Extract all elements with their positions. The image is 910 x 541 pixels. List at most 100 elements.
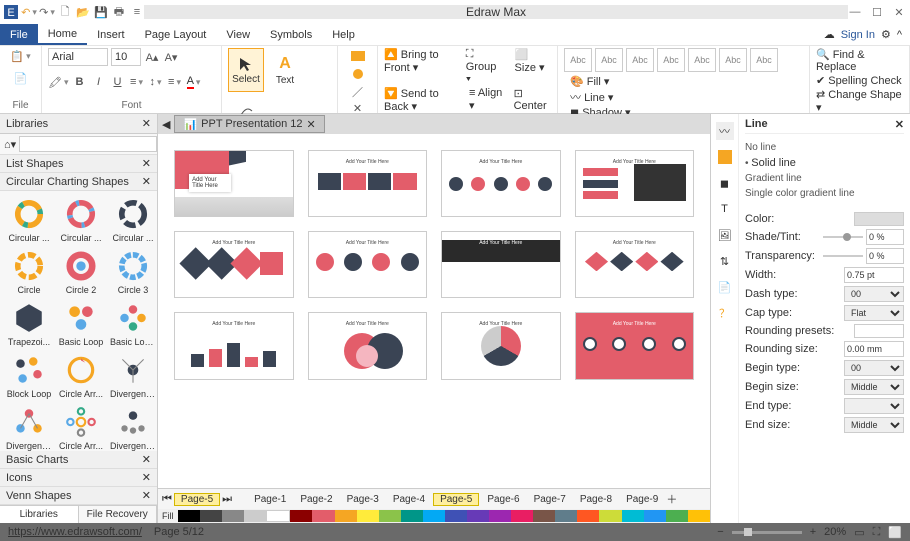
size-button[interactable]: ⬜ Size ▾: [515, 48, 551, 86]
style-preset[interactable]: Abc: [719, 48, 747, 72]
change-shape-button[interactable]: ⇄ Change Shape ▾: [816, 88, 903, 114]
view-normal-icon[interactable]: ▭: [854, 526, 864, 539]
qat-print-icon[interactable]: 🖶: [112, 5, 126, 19]
menu-file[interactable]: File: [0, 24, 38, 45]
shape-item[interactable]: Basic Loop: [56, 299, 106, 349]
circular-section[interactable]: Circular Charting Shapes: [6, 176, 129, 188]
bold-button[interactable]: B: [72, 74, 88, 90]
menu-view[interactable]: View: [216, 24, 260, 45]
basic-charts-section[interactable]: Basic Charts: [6, 454, 68, 466]
close-icon[interactable]: ✕: [142, 157, 151, 170]
canvas[interactable]: Add Your Title Here Add Your Title Here …: [158, 134, 710, 488]
shape-item[interactable]: Basic Loo...: [108, 299, 157, 349]
slide-thumb[interactable]: Add Your Title Here: [441, 231, 561, 298]
help-panel-icon[interactable]: ？: [716, 304, 734, 322]
close-icon[interactable]: ✕: [895, 118, 904, 131]
shape-item[interactable]: Circular ...: [56, 195, 106, 245]
fill-panel-icon[interactable]: [716, 148, 734, 166]
page-tab[interactable]: Page-1: [248, 494, 292, 505]
page-tab[interactable]: Page-2: [294, 494, 338, 505]
qat-redo-icon[interactable]: ↷▾: [40, 5, 54, 19]
slide-thumb[interactable]: Add Your Title Here: [441, 150, 561, 217]
slide-thumb[interactable]: Add Your Title Here: [575, 150, 695, 217]
round-preset[interactable]: [854, 324, 904, 338]
gear-icon[interactable]: ⚙: [881, 28, 891, 41]
bsize-select[interactable]: Middle: [844, 379, 904, 395]
solid-line-option[interactable]: • Solid line: [745, 155, 904, 171]
prev-doc-icon[interactable]: ◀: [158, 118, 174, 131]
roundsize-input[interactable]: [844, 341, 904, 357]
color-swatch[interactable]: [854, 212, 904, 226]
qat-new-icon[interactable]: 🗋: [58, 5, 72, 19]
icons-section[interactable]: Icons: [6, 472, 32, 484]
arrange-panel-icon[interactable]: ⇅: [716, 252, 734, 270]
shape-item[interactable]: Block Loop: [4, 351, 54, 401]
style-preset[interactable]: Abc: [595, 48, 623, 72]
line-button[interactable]: 〰 Line ▾: [570, 89, 631, 105]
view-full-icon[interactable]: ⬜: [888, 526, 902, 539]
list-shapes-section[interactable]: List Shapes: [6, 158, 63, 170]
font-inc-icon[interactable]: A▴: [144, 49, 160, 65]
menu-symbols[interactable]: Symbols: [260, 24, 322, 45]
align-button[interactable]: ≡ Align ▾: [469, 87, 504, 113]
trans-input[interactable]: [866, 248, 904, 264]
send-back-button[interactable]: 🔽 Send to Back ▾: [384, 87, 459, 113]
highlight-icon[interactable]: 🖍▾: [48, 74, 69, 90]
shape-item[interactable]: Circle: [4, 247, 54, 297]
close-icon[interactable]: ✕: [142, 117, 151, 130]
slide-thumb[interactable]: Add Your Title Here: [575, 312, 695, 379]
font-dec-icon[interactable]: A▾: [163, 49, 179, 65]
venn-section[interactable]: Venn Shapes: [6, 490, 71, 502]
center-button[interactable]: ⊡ Center: [514, 87, 551, 113]
paste-icon[interactable]: 📋▾: [10, 48, 30, 64]
shape-item[interactable]: Circle 2: [56, 247, 106, 297]
underline-button[interactable]: U: [110, 74, 126, 90]
page-nav-last-icon[interactable]: ⏭: [222, 493, 232, 506]
slide-thumb[interactable]: Add Your Title Here: [174, 312, 294, 379]
shape-item[interactable]: Circle Arr...: [56, 403, 106, 451]
libraries-tab[interactable]: Libraries: [0, 506, 79, 523]
font-name-input[interactable]: [48, 48, 108, 66]
page-nav-first-icon[interactable]: ⏮: [162, 493, 172, 506]
shape-rect-icon[interactable]: [350, 48, 366, 64]
no-line-option[interactable]: No line: [745, 140, 904, 155]
color-bar[interactable]: [178, 510, 710, 522]
home-icon[interactable]: ⌂▾: [4, 138, 16, 151]
style-preset[interactable]: Abc: [750, 48, 778, 72]
gradient-line-option[interactable]: Gradient line: [745, 171, 904, 186]
slide-thumb[interactable]: Add Your Title Here: [174, 231, 294, 298]
shape-circle-icon[interactable]: [350, 66, 366, 82]
close-icon[interactable]: ✕: [892, 5, 906, 19]
library-search-input[interactable]: [19, 136, 157, 152]
slide-thumb[interactable]: Add Your Title Here: [575, 231, 695, 298]
close-icon[interactable]: ✕: [142, 471, 151, 484]
line-spacing-icon[interactable]: ↕▾: [148, 74, 164, 90]
picture-panel-icon[interactable]: 🖼: [716, 226, 734, 244]
font-color-icon[interactable]: A▾: [186, 74, 202, 90]
close-icon[interactable]: ✕: [142, 489, 151, 502]
page-tab[interactable]: Page-5: [433, 493, 479, 506]
etype-select[interactable]: [844, 398, 904, 414]
file-recovery-tab[interactable]: File Recovery: [79, 506, 158, 523]
zoom-slider[interactable]: [732, 531, 802, 534]
shade-slider[interactable]: [823, 236, 863, 238]
select-tool[interactable]: Select: [228, 48, 264, 92]
menu-insert[interactable]: Insert: [87, 24, 135, 45]
find-button[interactable]: 🔍 Find & Replace: [816, 48, 903, 73]
page-tab[interactable]: Page-3: [341, 494, 385, 505]
font-size-input[interactable]: [111, 48, 141, 66]
cloud-icon[interactable]: ☁: [824, 28, 835, 41]
text-panel-icon[interactable]: T: [716, 200, 734, 218]
slide-thumb[interactable]: Add Your Title Here: [308, 150, 428, 217]
view-fit-icon[interactable]: ⛶: [873, 526, 881, 539]
doc-tab[interactable]: 📊PPT Presentation 12✕: [174, 115, 324, 133]
qat-open-icon[interactable]: 📂: [76, 5, 90, 19]
shade-input[interactable]: [866, 229, 904, 245]
shape-line-icon[interactable]: ／: [350, 84, 366, 100]
style-preset[interactable]: Abc: [626, 48, 654, 72]
shape-item[interactable]: Circle Arr...: [56, 351, 106, 401]
status-url[interactable]: https://www.edrawsoft.com/: [8, 526, 142, 538]
zoom-in-icon[interactable]: +: [810, 526, 816, 538]
add-page-icon[interactable]: ＋: [666, 491, 677, 507]
group-button[interactable]: ⛶ Group ▾: [466, 48, 505, 86]
